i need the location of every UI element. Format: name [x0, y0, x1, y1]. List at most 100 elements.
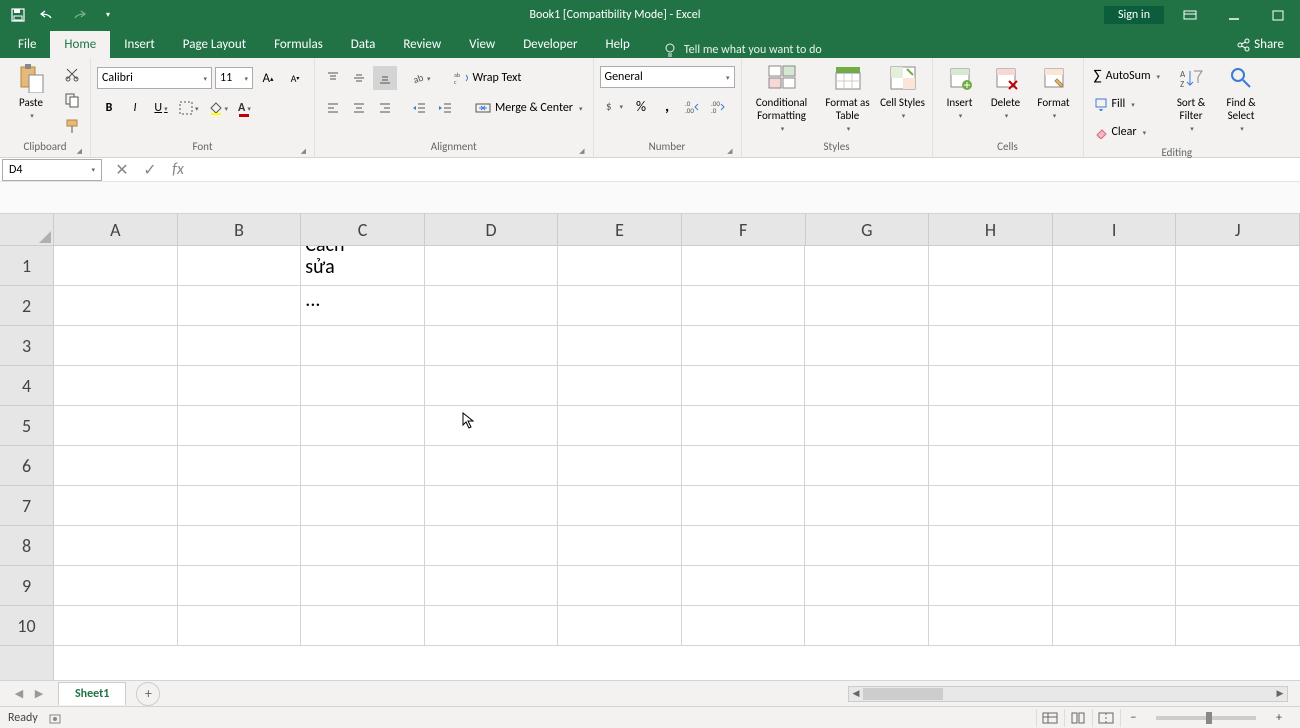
conditional-formatting-button[interactable]: Conditional Formatting▾ [748, 62, 816, 133]
row-header[interactable]: 9 [0, 566, 53, 606]
align-middle-icon[interactable] [347, 66, 371, 90]
cell[interactable] [54, 246, 178, 286]
sheet-tab-active[interactable]: Sheet1 [58, 682, 126, 705]
cell[interactable] [682, 246, 806, 286]
cell[interactable] [682, 406, 806, 446]
hscroll-thumb[interactable] [863, 688, 943, 700]
cell[interactable] [425, 366, 558, 406]
cell[interactable] [301, 566, 425, 606]
save-icon[interactable] [8, 5, 28, 25]
cell[interactable] [1176, 366, 1300, 406]
cell[interactable] [425, 486, 558, 526]
cell[interactable] [54, 366, 178, 406]
sort-filter-button[interactable]: AZ Sort & Filter▾ [1168, 62, 1214, 133]
cell[interactable] [805, 566, 929, 606]
cell[interactable] [425, 406, 558, 446]
cell[interactable] [558, 606, 682, 646]
decrease-indent-icon[interactable] [407, 96, 431, 120]
row-header[interactable]: 2 [0, 286, 53, 326]
column-header[interactable]: C [301, 214, 425, 245]
autosum-button[interactable]: ∑AutoSum▾ [1090, 64, 1165, 88]
column-header[interactable]: E [558, 214, 682, 245]
tab-help[interactable]: Help [591, 31, 643, 58]
cell[interactable] [54, 526, 178, 566]
column-header[interactable]: F [682, 214, 806, 245]
cell[interactable] [682, 366, 806, 406]
cell[interactable] [682, 486, 806, 526]
cell[interactable] [178, 326, 302, 366]
sign-in-button[interactable]: Sign in [1104, 6, 1164, 24]
column-header[interactable]: H [929, 214, 1053, 245]
number-format-combo[interactable]: General▾ [600, 66, 735, 88]
underline-button[interactable]: U▾ [149, 96, 173, 120]
cell[interactable] [178, 366, 302, 406]
percent-format-icon[interactable]: % [629, 94, 653, 118]
column-header[interactable]: B [178, 214, 302, 245]
sheet-nav-prev-icon[interactable]: ◀ [10, 685, 28, 703]
cell[interactable] [1176, 286, 1300, 326]
cell[interactable] [1053, 526, 1177, 566]
name-box[interactable]: D4▾ [2, 159, 102, 181]
cell[interactable] [805, 366, 929, 406]
cell[interactable] [301, 326, 425, 366]
cell[interactable] [54, 326, 178, 366]
cell[interactable] [558, 246, 682, 286]
cell[interactable] [425, 286, 558, 326]
cell[interactable] [301, 486, 425, 526]
cell[interactable] [805, 326, 929, 366]
tell-me-search[interactable]: Tell me what you want to do [662, 42, 822, 58]
zoom-out-icon[interactable]: − [1120, 709, 1146, 727]
cell[interactable] [929, 566, 1053, 606]
format-cells-button[interactable]: Format▾ [1031, 62, 1077, 120]
row-header[interactable]: 10 [0, 606, 53, 646]
column-header[interactable]: J [1176, 214, 1300, 245]
fill-color-icon[interactable]: ▾ [205, 96, 233, 120]
cell[interactable] [805, 246, 929, 286]
wrap-text-button[interactable]: abcWrap Text [449, 66, 526, 90]
column-header[interactable]: I [1053, 214, 1177, 245]
cell[interactable] [54, 286, 178, 326]
merge-center-button[interactable]: Merge & Center▾ [471, 96, 587, 120]
cell[interactable] [929, 406, 1053, 446]
cell[interactable] [1053, 446, 1177, 486]
italic-button[interactable]: I [123, 96, 147, 120]
borders-icon[interactable]: ▾ [175, 96, 203, 120]
group-label-font[interactable]: Font [97, 138, 308, 157]
cell[interactable] [178, 606, 302, 646]
enter-formula-icon[interactable]: ✓ [138, 159, 162, 181]
row-header[interactable]: 8 [0, 526, 53, 566]
cell[interactable] [1176, 446, 1300, 486]
normal-view-icon[interactable] [1036, 709, 1062, 727]
page-layout-view-icon[interactable] [1064, 709, 1090, 727]
cell[interactable] [1053, 486, 1177, 526]
cell[interactable] [682, 566, 806, 606]
cell[interactable] [178, 406, 302, 446]
zoom-in-icon[interactable]: + [1266, 709, 1292, 727]
cell[interactable] [929, 446, 1053, 486]
group-label-number[interactable]: Number [600, 138, 735, 157]
font-name-combo[interactable]: Calibri▾ [97, 67, 212, 89]
delete-cells-button[interactable]: Delete▾ [985, 62, 1027, 120]
cell[interactable] [558, 326, 682, 366]
cell-styles-button[interactable]: Cell Styles▾ [880, 62, 926, 120]
font-color-icon[interactable]: A▾ [234, 96, 255, 120]
cell[interactable] [425, 446, 558, 486]
cell[interactable] [425, 526, 558, 566]
tab-developer[interactable]: Developer [509, 31, 591, 58]
cell[interactable] [178, 526, 302, 566]
cell[interactable] [1053, 326, 1177, 366]
tab-insert[interactable]: Insert [110, 31, 169, 58]
hscroll-left-icon[interactable]: ◀ [849, 687, 863, 701]
clear-button[interactable]: Clear▾ [1090, 120, 1165, 144]
align-center-icon[interactable] [347, 96, 371, 120]
cell[interactable] [1053, 286, 1177, 326]
cell[interactable] [425, 246, 558, 286]
tab-formulas[interactable]: Formulas [260, 31, 337, 58]
align-right-icon[interactable] [373, 96, 397, 120]
cell[interactable] [929, 286, 1053, 326]
cell[interactable] [805, 286, 929, 326]
fill-button[interactable]: Fill▾ [1090, 92, 1165, 116]
maximize-icon[interactable] [1260, 0, 1296, 30]
align-bottom-icon[interactable] [373, 66, 397, 90]
cell[interactable] [301, 406, 425, 446]
